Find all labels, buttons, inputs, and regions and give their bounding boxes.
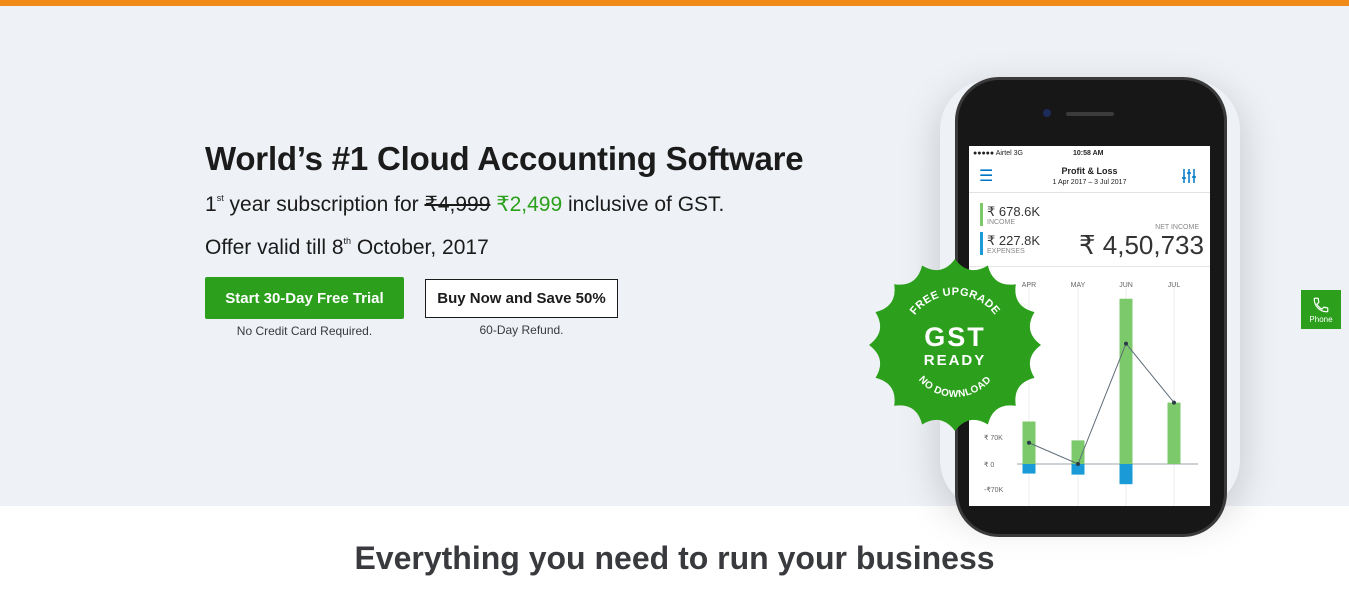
y-tick-label: ₹ 0	[984, 461, 994, 469]
phone-widget-label: Phone	[1309, 314, 1333, 324]
x-tick-label: JUL	[1168, 282, 1181, 289]
pricing-line: 1st year subscription for ₹4,999 ₹2,499 …	[205, 193, 725, 216]
net-income-value: ₹ 4,50,733	[1079, 230, 1204, 260]
income-bar	[1119, 298, 1133, 464]
new-price: ₹2,499	[496, 193, 563, 216]
start-free-trial-button[interactable]: Start 30-Day Free Trial	[205, 277, 404, 319]
report-date-range: 1 Apr 2017 – 3 Jul 2017	[1052, 179, 1127, 186]
report-title: Profit & Loss	[1061, 166, 1118, 176]
net-income-point	[1124, 341, 1128, 346]
y-tick-label: ₹ 70K	[984, 434, 1003, 442]
y-tick-label: -₹70K	[984, 486, 1004, 494]
income-marker	[980, 203, 983, 226]
x-tick-label: JUN	[1119, 282, 1133, 289]
camera-icon	[1043, 109, 1051, 117]
hero-headline: World’s #1 Cloud Accounting Software	[205, 140, 804, 177]
phone-contact-widget[interactable]: Phone	[1301, 290, 1341, 329]
offer-validity: Offer valid till 8th October, 2017	[205, 236, 489, 259]
carrier-label: ●●●●● Airtel 3G	[973, 150, 1023, 157]
income-value: ₹ 678.6K	[987, 204, 1041, 219]
net-income-point	[1076, 462, 1080, 466]
status-time: 10:58 AM	[1073, 150, 1104, 157]
income-label: INCOME	[987, 219, 1015, 226]
net-income-point	[1027, 440, 1031, 445]
net-income-point	[1172, 400, 1176, 405]
gst-ready-badge: FREE UPGRADE GST READY NO DOWNLOAD	[869, 259, 1041, 431]
x-tick-label: MAY	[1071, 282, 1086, 289]
badge-sub-text: READY	[924, 352, 987, 369]
old-price: ₹4,999	[424, 193, 491, 216]
phone-icon	[1313, 297, 1329, 312]
expenses-marker	[980, 232, 983, 255]
header-divider	[969, 192, 1210, 193]
buy-now-button[interactable]: Buy Now and Save 50%	[425, 279, 618, 318]
speaker-grille	[1066, 112, 1114, 116]
income-bar	[1167, 402, 1181, 464]
no-credit-card-note: No Credit Card Required.	[236, 324, 373, 338]
expense-bar	[1022, 464, 1036, 474]
expenses-label: EXPENSES	[987, 248, 1025, 255]
net-income-line	[1028, 342, 1175, 465]
expense-bar	[1119, 464, 1133, 485]
refund-note: 60-Day Refund.	[479, 323, 564, 337]
filter-icon	[1181, 168, 1197, 188]
section-title: Everything you need to run your business	[354, 540, 995, 576]
status-bar: ●●●●● Airtel 3G 10:58 AM	[969, 148, 1210, 160]
badge-main-text: GST	[924, 322, 986, 352]
expenses-value: ₹ 227.8K	[987, 233, 1041, 248]
